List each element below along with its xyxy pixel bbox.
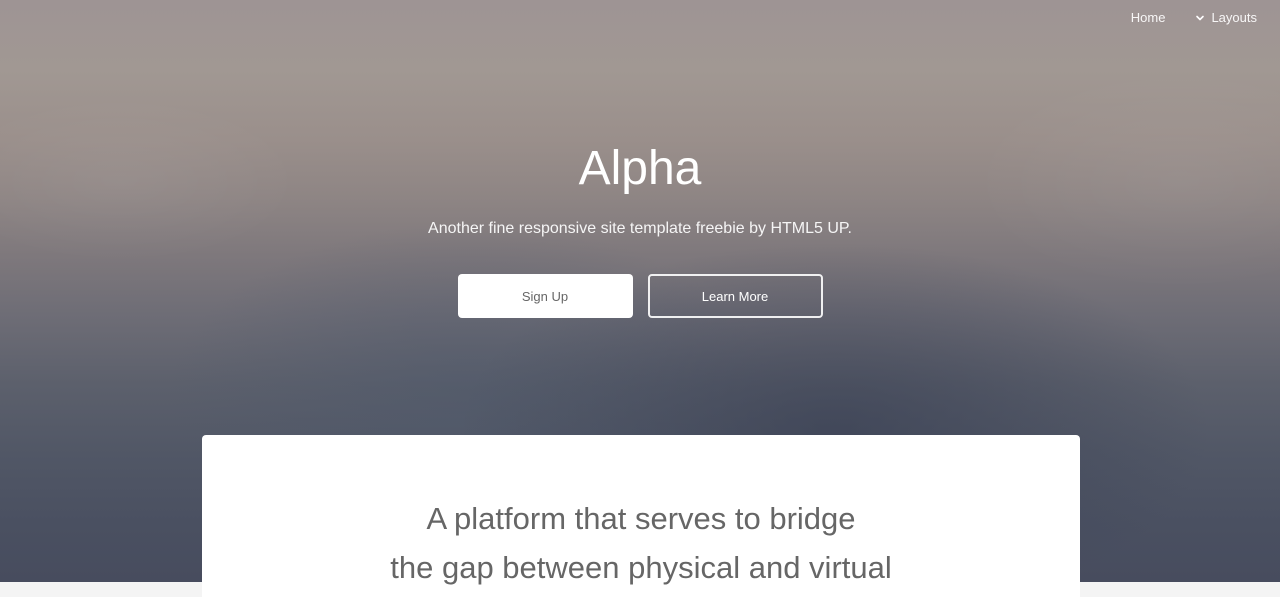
hero-subtitle: Another fine responsive site template fr…	[428, 220, 852, 237]
feature-heading-line-2: the gap between physical and virtual	[390, 550, 892, 585]
chevron-down-icon	[1195, 13, 1205, 23]
page-root: Home Layouts Alpha Another fine responsi…	[0, 0, 1280, 597]
hero-content: Alpha Another fine responsive site templ…	[0, 138, 1280, 318]
top-navigation: Home Layouts	[1131, 10, 1257, 25]
sign-up-button[interactable]: Sign Up	[457, 274, 633, 318]
hero-actions: Sign Up Learn More	[0, 274, 1280, 318]
nav-home-link[interactable]: Home	[1131, 10, 1166, 25]
feature-heading: A platform that serves to bridge the gap…	[202, 494, 1080, 592]
nav-layouts-label: Layouts	[1211, 10, 1257, 25]
hero-title: Alpha	[578, 142, 702, 195]
nav-home-label: Home	[1130, 10, 1166, 25]
feature-heading-line-1: A platform that serves to bridge	[426, 501, 856, 536]
nav-layouts-menu[interactable]: Layouts	[1195, 10, 1257, 25]
feature-card: A platform that serves to bridge the gap…	[202, 435, 1080, 597]
learn-more-button[interactable]: Learn More	[647, 274, 823, 318]
